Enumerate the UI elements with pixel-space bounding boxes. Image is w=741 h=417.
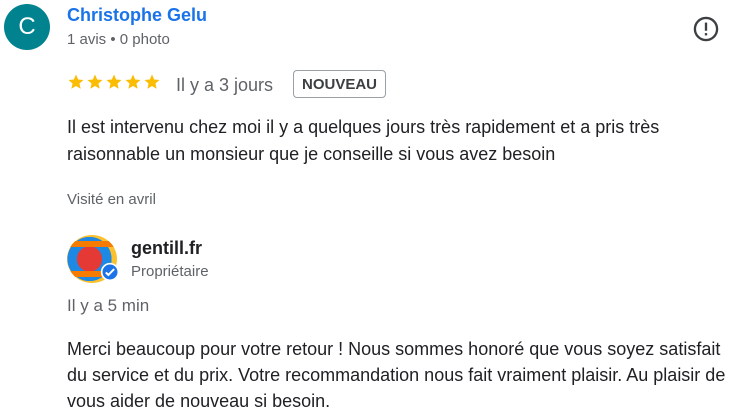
review-text: Il est intervenu chez moi il y a quelque… (67, 117, 660, 164)
avatar-letter: C (18, 13, 36, 40)
star-icon (125, 74, 141, 89)
author-avatar[interactable]: C (4, 4, 50, 50)
star-rating (67, 73, 161, 91)
star-icon (106, 74, 122, 89)
review-date: Il y a 3 jours (176, 75, 274, 95)
author-name-link[interactable]: Christophe Gelu (67, 5, 207, 26)
report-icon[interactable] (692, 15, 720, 43)
new-badge: NOUVEAU (293, 70, 387, 98)
star-icon (144, 74, 160, 89)
reply-text: Merci beaucoup pour votre retour ! Nous … (67, 339, 726, 411)
author-meta: 1 avis • 0 photo (67, 31, 170, 48)
owner-role: Propriétaire (131, 263, 209, 280)
verified-check-icon (100, 262, 120, 282)
star-icon (68, 74, 84, 89)
star-icon (87, 74, 103, 89)
reply-date: Il y a 5 min (67, 296, 150, 315)
visited-date: Visité en avril (67, 191, 156, 208)
owner-name[interactable]: gentill.fr (131, 238, 202, 259)
